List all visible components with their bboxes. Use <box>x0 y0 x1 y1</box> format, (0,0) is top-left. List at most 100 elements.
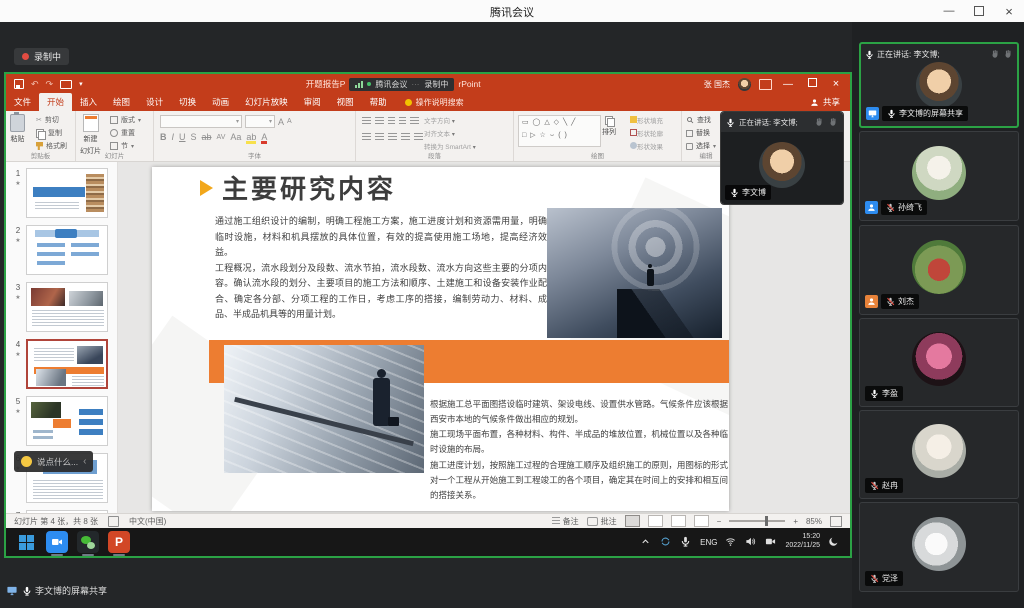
replace-button[interactable]: 替换 <box>686 128 716 138</box>
slide-3-thumb[interactable] <box>26 282 108 332</box>
chat-quick-input[interactable]: 说点什么... ‹ <box>14 451 93 472</box>
strikethrough-button[interactable]: ab <box>202 132 212 142</box>
zoom-percent[interactable]: 85% <box>806 517 822 526</box>
find-button[interactable]: 查找 <box>686 115 716 125</box>
tray-mic-icon[interactable] <box>680 536 692 548</box>
ppt-close-icon[interactable]: × <box>828 78 844 90</box>
recording-badge[interactable]: 录制中 <box>14 48 69 65</box>
participant-tile[interactable]: 李盈 <box>859 318 1019 407</box>
accessibility-icon[interactable] <box>108 516 119 527</box>
reset-button[interactable]: 重置 <box>110 128 141 138</box>
maximize-icon[interactable] <box>964 0 994 22</box>
arrange-button[interactable]: 排列 <box>602 116 616 137</box>
shape-fill-button[interactable]: 形状填充 <box>630 115 663 125</box>
undo-icon[interactable]: ↶ <box>31 79 39 90</box>
slideshow-icon[interactable] <box>60 80 72 89</box>
shape-outline-button[interactable]: 形状轮廓 <box>630 128 663 138</box>
font-name-select[interactable]: ▾ <box>160 115 242 128</box>
slide-2-thumb[interactable] <box>26 225 108 275</box>
taskbar-meeting-app[interactable] <box>46 531 68 553</box>
tab-help[interactable]: 帮助 <box>362 93 395 111</box>
tab-review[interactable]: 审阅 <box>296 93 329 111</box>
redo-icon[interactable]: ↷ <box>46 79 54 90</box>
zoom-out-icon[interactable]: − <box>717 517 722 526</box>
tab-file[interactable]: 文件 <box>6 93 39 111</box>
copy-button[interactable]: 复制 <box>36 128 67 138</box>
shapes-gallery[interactable]: ▭ ◯ △ ◇ ╲ ╱ □ ▷ ☆ ⌣ ( ) <box>518 115 601 147</box>
text-shadow-button[interactable]: S <box>191 132 197 142</box>
ribbon-display-options-icon[interactable] <box>759 79 772 90</box>
justify-icon[interactable] <box>401 133 410 140</box>
indent-increase-icon[interactable] <box>399 117 406 124</box>
font-size-select[interactable]: ▾ <box>245 115 275 128</box>
account-avatar[interactable] <box>738 78 751 91</box>
increase-font-icon[interactable]: A <box>278 117 284 127</box>
collapse-chevron-icon[interactable]: ‹ <box>83 456 86 467</box>
start-button[interactable] <box>15 531 37 553</box>
input-language[interactable]: ENG <box>700 538 717 547</box>
thumbnail-item-2[interactable]: 2★ <box>10 225 117 275</box>
numbering-icon[interactable] <box>375 117 384 124</box>
ppt-minimize-icon[interactable]: — <box>780 79 796 90</box>
tab-home[interactable]: 开始 <box>39 93 72 111</box>
wifi-icon[interactable] <box>725 536 737 548</box>
tab-view[interactable]: 视图 <box>329 93 362 111</box>
account-name[interactable]: 张 国杰 <box>704 79 730 90</box>
tell-me-search[interactable]: 操作说明搜索 <box>405 97 464 111</box>
line-spacing-icon[interactable] <box>410 117 419 124</box>
thumbnail-item-3[interactable]: 3★ <box>10 282 117 332</box>
italic-button[interactable]: I <box>172 132 175 142</box>
save-icon[interactable] <box>14 79 24 89</box>
paste-button[interactable]: 粘贴 <box>10 114 25 144</box>
slide-1-thumb[interactable] <box>26 168 108 218</box>
participant-tile[interactable]: 刘杰 <box>859 225 1019 315</box>
slide-sorter-view-button[interactable] <box>648 515 663 527</box>
speaker-icon[interactable] <box>745 536 757 548</box>
tray-chevron-up-icon[interactable] <box>640 536 652 548</box>
zoom-slider[interactable] <box>729 520 785 522</box>
notes-button[interactable]: 备注 <box>552 516 579 527</box>
participant-tile[interactable]: 孙绮飞 <box>859 131 1019 221</box>
taskbar-wechat-app[interactable] <box>77 531 99 553</box>
emoji-icon[interactable] <box>21 456 32 467</box>
columns-icon[interactable] <box>414 133 423 140</box>
focus-assist-moon-icon[interactable] <box>828 536 840 548</box>
tab-draw[interactable]: 绘图 <box>105 93 138 111</box>
indent-decrease-icon[interactable] <box>388 117 395 124</box>
decrease-font-icon[interactable]: A <box>287 118 292 125</box>
align-left-icon[interactable] <box>362 133 371 140</box>
slide-canvas[interactable]: 主要研究内容 通过施工组织设计的编制，明确工程施工方案，施工进度计划和资源需用量… <box>152 167 729 511</box>
sync-icon[interactable] <box>660 536 672 548</box>
highlight-color-button[interactable]: ab <box>246 132 256 142</box>
font-color-button[interactable]: A <box>261 132 267 142</box>
tab-transitions[interactable]: 切换 <box>171 93 204 111</box>
floating-speaker-window[interactable]: 正在讲话: 李文博; 李文博 <box>720 111 844 205</box>
thumbnail-item-4[interactable]: 4★ <box>10 339 117 389</box>
zoom-in-icon[interactable]: + <box>793 517 798 526</box>
align-center-icon[interactable] <box>375 133 384 140</box>
layout-button[interactable]: 版式▾ <box>110 115 141 125</box>
ppt-restore-icon[interactable] <box>804 78 820 90</box>
normal-view-button[interactable] <box>625 515 640 527</box>
slide-5-thumb[interactable] <box>26 396 108 446</box>
minimize-icon[interactable]: — <box>934 0 964 22</box>
tab-animations[interactable]: 动画 <box>204 93 237 111</box>
char-spacing-button[interactable]: AV <box>217 134 226 141</box>
taskbar-powerpoint-app[interactable]: P <box>108 531 130 553</box>
zoom-slider-thumb[interactable] <box>765 516 768 526</box>
hand-icon[interactable] <box>814 117 824 127</box>
comments-button[interactable]: 批注 <box>587 516 617 527</box>
participant-tile[interactable]: 赵冉 <box>859 410 1019 499</box>
taskbar-clock[interactable]: 15:20 2022/11/25 <box>785 533 820 551</box>
chat-placeholder[interactable]: 说点什么... <box>37 456 78 468</box>
thumbnail-item-1[interactable]: 1★ <box>10 168 117 218</box>
bold-button[interactable]: B <box>160 132 167 142</box>
hand-icon[interactable] <box>828 117 838 127</box>
slide-4-thumb-selected[interactable] <box>26 339 108 389</box>
slideshow-view-button[interactable] <box>694 515 709 527</box>
language-status[interactable]: 中文(中国) <box>129 516 166 527</box>
bullets-icon[interactable] <box>362 117 371 124</box>
align-right-icon[interactable] <box>388 133 397 140</box>
text-direction-button[interactable]: 文字方向 ▾ <box>424 115 476 125</box>
tab-slideshow[interactable]: 幻灯片放映 <box>237 93 296 111</box>
